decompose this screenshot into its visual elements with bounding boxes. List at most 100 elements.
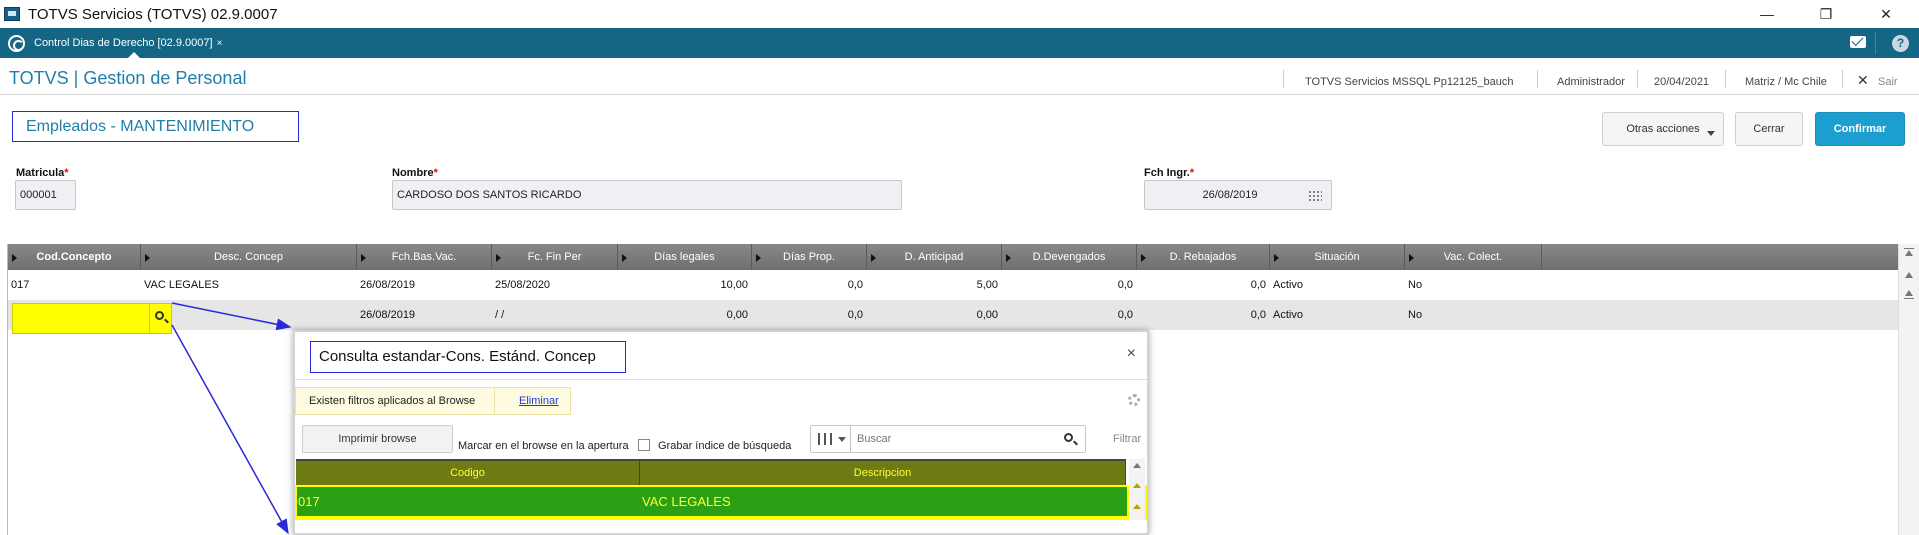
lookup-cell-descripcion: VAC LEGALES [642, 494, 731, 509]
column-header[interactable]: Situación [1270, 244, 1405, 270]
columns-icon [818, 433, 832, 445]
nombre-label: Nombre* [392, 167, 438, 179]
search-icon[interactable] [1064, 433, 1073, 442]
divider [295, 379, 1147, 380]
mark-on-open-label: Marcar en el browse en la apertura [458, 440, 629, 452]
table-cell: 26/08/2019 [360, 279, 416, 291]
grid-scrollbar[interactable] [1898, 244, 1919, 535]
sort-arrow-icon [871, 254, 876, 262]
table-cell: 0,0 [1117, 279, 1133, 291]
divider [1725, 70, 1726, 88]
column-header-label: D.Devengados [1032, 251, 1106, 263]
lookup-cell-codigo: 017 [298, 494, 320, 509]
fch-ingr-field[interactable]: 26/08/2019 [1144, 180, 1332, 210]
table-cell: 0,0 [1117, 309, 1133, 321]
column-header[interactable]: D. Anticipad [867, 244, 1002, 270]
table-row[interactable]: 017 VAC LEGALES 26/08/2019 25/08/2020 10,00 0… [8, 270, 1899, 300]
table-cell: 017 [11, 279, 30, 291]
column-selector[interactable] [811, 426, 851, 452]
scroll-up-icon[interactable] [1905, 250, 1913, 256]
help-icon[interactable]: ? [1892, 35, 1909, 52]
divider [1283, 70, 1284, 88]
lookup-row-selected[interactable]: 017 VAC LEGALES [295, 485, 1147, 520]
column-header[interactable]: D.Devengados [1002, 244, 1137, 270]
tab-close-icon[interactable]: × [217, 38, 223, 49]
gear-icon[interactable] [1128, 394, 1140, 406]
divider [1842, 70, 1843, 88]
mail-icon[interactable] [1850, 36, 1866, 48]
tab-label: Control Dias de Derecho [02.9.0007] [34, 37, 213, 49]
table-cell: / / [495, 309, 505, 321]
confirm-button[interactable]: Confirmar [1815, 112, 1905, 146]
table-cell: 10,00 [720, 279, 748, 291]
save-index-checkbox[interactable] [638, 439, 650, 451]
logout-icon[interactable]: ✕ [1857, 72, 1869, 89]
column-header[interactable]: Vac. Colect. [1405, 244, 1542, 270]
maximize-button[interactable]: ❐ [1803, 0, 1849, 28]
table-cell: No [1408, 279, 1423, 291]
column-header[interactable]: Fc. Fin Per [492, 244, 618, 270]
cod-concepto-edit-cell[interactable] [12, 303, 172, 334]
column-header-label: Días Prop. [783, 251, 835, 263]
minimize-button[interactable]: — [1744, 0, 1790, 28]
column-header-descripcion[interactable]: Descripcion [640, 461, 1126, 485]
nombre-field[interactable]: CARDOSO DOS SANTOS RICARDO [392, 180, 902, 210]
form-title: Empleados - MANTENIMIENTO [12, 111, 299, 142]
filter-notice-text: Existen filtros aplicados al Browse [309, 395, 476, 407]
column-header-label: Fc. Fin Per [527, 251, 582, 263]
scroll-up-icon[interactable] [1133, 463, 1141, 468]
close-window-button[interactable]: ✕ [1863, 0, 1909, 28]
lookup-button[interactable] [149, 304, 171, 333]
column-header-codigo[interactable]: Codigo [296, 461, 640, 485]
column-header-label: D. Rebajados [1169, 251, 1237, 263]
search-input[interactable] [857, 431, 1047, 447]
more-actions-button[interactable]: Otras acciones [1602, 112, 1724, 146]
column-header[interactable]: Días legales [618, 244, 752, 270]
column-header[interactable]: Desc. Concep [141, 244, 357, 270]
column-header-label: Días legales [654, 251, 715, 263]
table-cell: 26/08/2019 [360, 309, 416, 321]
table-cell: Activo [1273, 279, 1303, 291]
search-box [810, 425, 1086, 453]
scroll-up-icon[interactable] [1905, 290, 1913, 296]
search-icon [155, 311, 164, 320]
sort-arrow-icon [756, 254, 761, 262]
fch-ingr-label: Fch Ingr.* [1144, 167, 1195, 179]
window-title: TOTVS Servicios (TOTVS) 02.9.0007 [28, 5, 278, 23]
sort-arrow-icon [1274, 254, 1279, 262]
table-cell: 0,00 [976, 309, 998, 321]
sort-arrow-icon [496, 254, 501, 262]
lookup-scrollbar[interactable] [1129, 459, 1145, 520]
divider [1875, 32, 1876, 54]
table-cell: 0,0 [1250, 309, 1266, 321]
totvs-logo-icon[interactable] [8, 35, 25, 52]
close-button[interactable]: Cerrar [1735, 112, 1803, 146]
print-browse-button[interactable]: Imprimir browse [302, 425, 453, 453]
table-row[interactable]: 26/08/2019 / / 0,00 0,0 0,00 0,0 0,0 Activo No [8, 300, 1899, 330]
scroll-up-icon[interactable] [1905, 272, 1913, 278]
table-cell: 5,00 [976, 279, 998, 291]
column-header[interactable]: Cod.Concepto [8, 244, 141, 270]
sort-arrow-icon [361, 254, 366, 262]
table-cell: No [1408, 309, 1423, 321]
calendar-icon[interactable] [1308, 190, 1322, 201]
app-tabbar: Control Dias de Derecho [02.9.0007] × ? [0, 28, 1919, 58]
close-icon[interactable]: × [1127, 345, 1136, 363]
scroll-up-icon[interactable] [1133, 483, 1141, 488]
table-cell [144, 300, 360, 330]
scroll-top-mark [1904, 248, 1914, 249]
column-header[interactable]: D. Rebajados [1137, 244, 1270, 270]
scroll-up-icon[interactable] [1133, 504, 1141, 509]
sort-arrow-icon [145, 254, 150, 262]
column-header-label: D. Anticipad [904, 251, 964, 263]
matricula-field[interactable]: 000001 [15, 180, 76, 210]
logout-link[interactable]: Sair [1878, 76, 1898, 88]
column-header[interactable]: Días Prop. [752, 244, 867, 270]
column-header[interactable]: Fch.Bas.Vac. [357, 244, 492, 270]
chevron-down-icon [838, 437, 846, 442]
app-icon [4, 7, 20, 21]
remove-filters-link[interactable]: Eliminar [519, 395, 559, 407]
window-titlebar: TOTVS Servicios (TOTVS) 02.9.0007 — ❐ ✕ [0, 0, 1919, 28]
matricula-label: Matricula* [16, 167, 69, 179]
filter-button[interactable]: Filtrar [1113, 433, 1141, 445]
